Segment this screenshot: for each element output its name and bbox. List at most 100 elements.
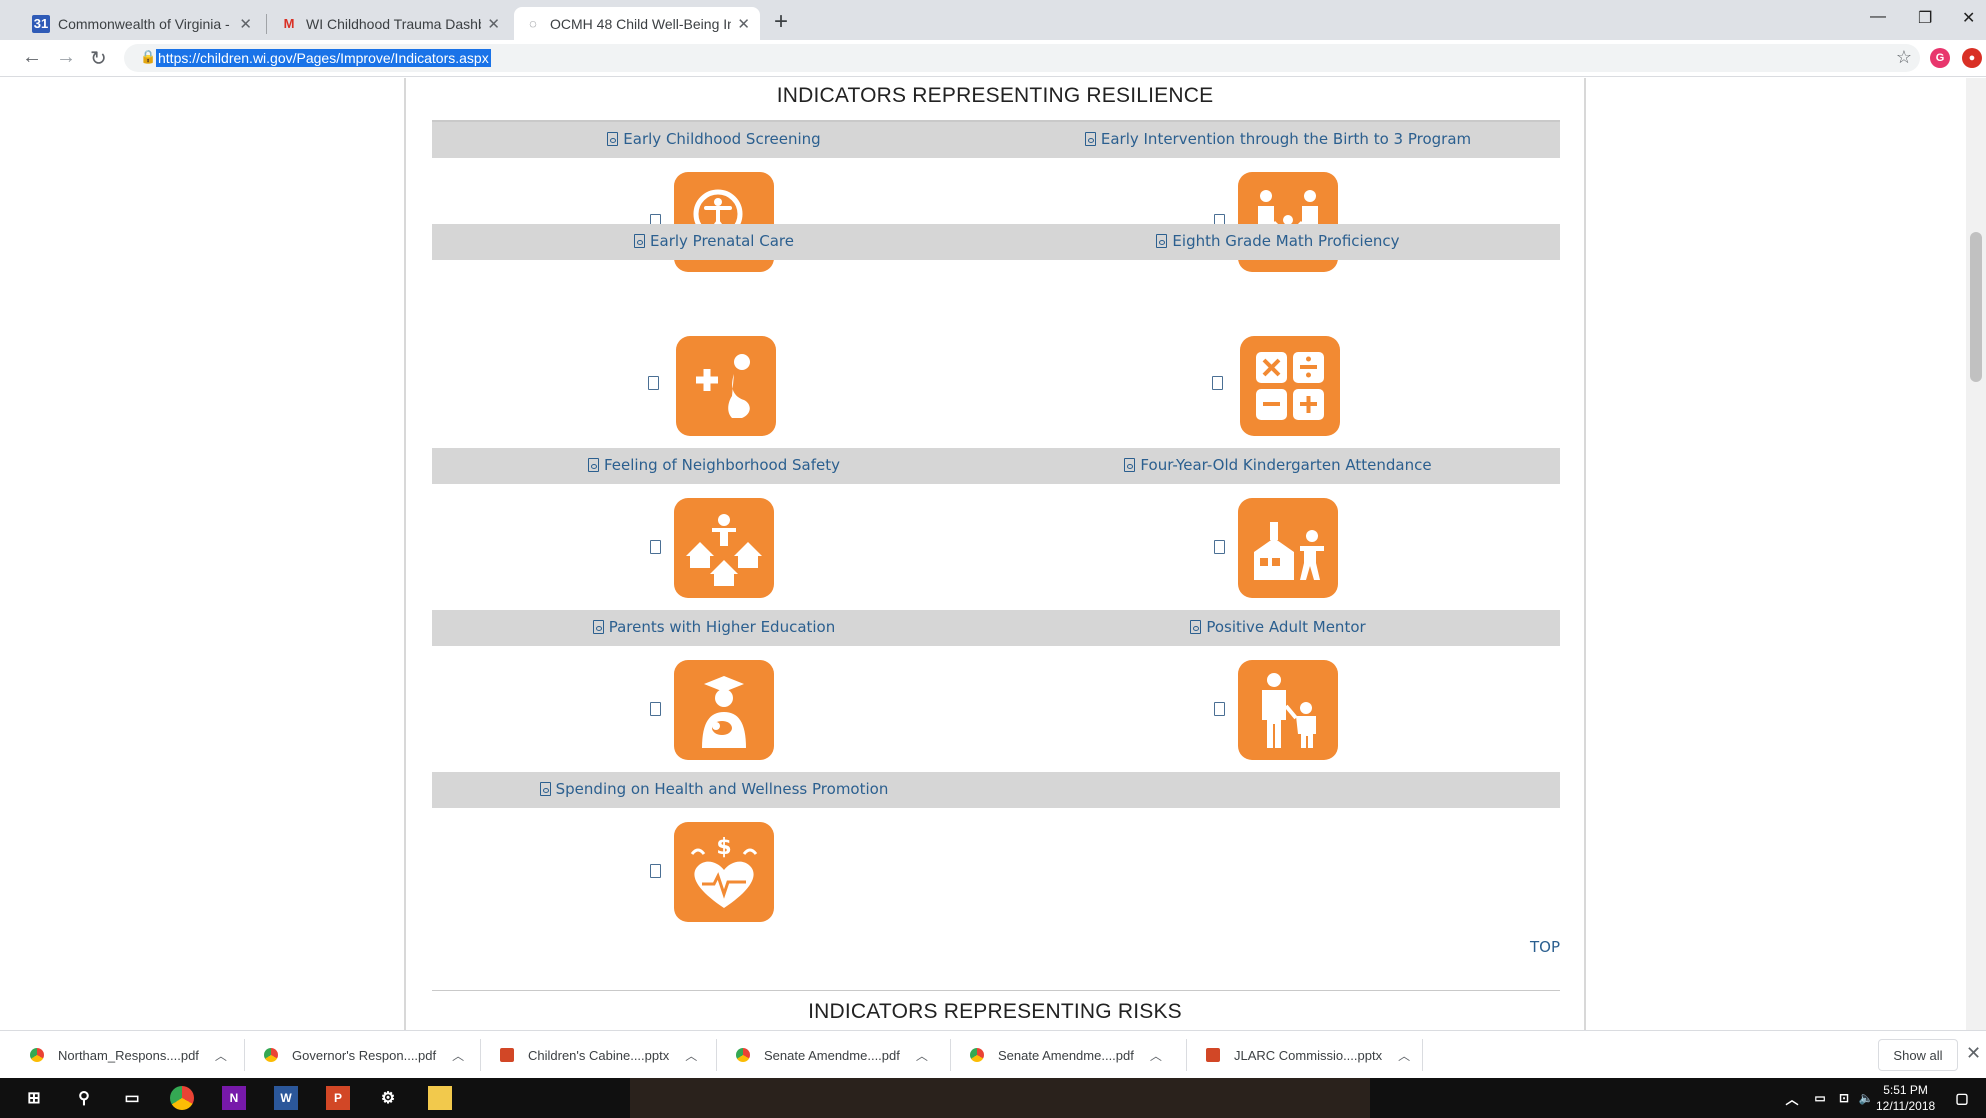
close-shelf-icon[interactable]: ✕ bbox=[1966, 1043, 1981, 1064]
neighborhood-icon[interactable] bbox=[674, 498, 774, 598]
graduate-parent-icon[interactable] bbox=[674, 660, 774, 760]
show-all-button[interactable]: Show all bbox=[1878, 1039, 1958, 1071]
battery-icon[interactable]: ▭ bbox=[1808, 1086, 1832, 1110]
minimize-button[interactable]: — bbox=[1870, 8, 1886, 26]
pdf-icon[interactable] bbox=[650, 864, 661, 878]
calendar-favicon-icon: 31 bbox=[32, 14, 50, 33]
close-tab-icon[interactable]: ✕ bbox=[239, 15, 252, 33]
indicator-link[interactable]: Four-Year-Old Kindergarten Attendance bbox=[996, 456, 1560, 474]
indicator-link[interactable]: Early Prenatal Care bbox=[432, 232, 996, 250]
taskbar-wallpaper-strip bbox=[630, 1078, 1370, 1118]
extension-icon[interactable]: ● bbox=[1962, 48, 1982, 68]
indicator-row-header: Feeling of Neighborhood Safety Four-Year… bbox=[432, 448, 1560, 484]
indicator-link[interactable]: Positive Adult Mentor bbox=[996, 618, 1560, 636]
pdf-icon[interactable] bbox=[1212, 376, 1223, 390]
indicator-link[interactable]: Early Intervention through the Birth to … bbox=[996, 130, 1560, 148]
indicator-link[interactable]: Feeling of Neighborhood Safety bbox=[432, 456, 996, 474]
bookmark-star-icon[interactable]: ☆ bbox=[1896, 47, 1912, 68]
chrome-file-icon bbox=[30, 1048, 44, 1062]
indicator-link[interactable]: Early Childhood Screening bbox=[432, 130, 996, 148]
search-icon[interactable]: ⚲ bbox=[72, 1086, 96, 1110]
download-item[interactable]: Senate Amendme....pdf ︿ bbox=[736, 1041, 928, 1069]
download-item[interactable]: JLARC Commissio....pptx ︿ bbox=[1206, 1041, 1410, 1069]
chrome-taskbar-icon[interactable] bbox=[170, 1086, 194, 1110]
download-shelf: Northam_Respons....pdf ︿ Governor's Respo… bbox=[0, 1030, 1986, 1078]
download-item[interactable]: Children's Cabine....pptx ︿ bbox=[500, 1041, 697, 1069]
close-tab-icon[interactable]: ✕ bbox=[487, 15, 500, 33]
chevron-up-icon[interactable]: ︿ bbox=[215, 1047, 227, 1064]
powerpoint-taskbar-icon[interactable]: P bbox=[326, 1086, 350, 1110]
pdf-icon[interactable] bbox=[1214, 702, 1225, 716]
indicator-link[interactable]: Parents with Higher Education bbox=[432, 618, 996, 636]
download-item[interactable]: Senate Amendme....pdf ︿ bbox=[970, 1041, 1162, 1069]
pdf-icon bbox=[607, 132, 619, 146]
indicator-link[interactable]: Eighth Grade Math Proficiency bbox=[996, 232, 1560, 250]
main-content: INDICATORS REPRESENTING RESILIENCE Early… bbox=[404, 78, 1586, 1030]
onenote-taskbar-icon[interactable]: N bbox=[222, 1086, 246, 1110]
windows-taskbar: ⊞ ⚲ ▭ N W P ⚙ ︿ ▭ ⊡ 🔈 5:51 PM 12/11/2018… bbox=[0, 1078, 1986, 1118]
divider bbox=[950, 1039, 951, 1071]
indicator-row-header: Spending on Health and Wellness Promotio… bbox=[432, 772, 1560, 808]
pdf-icon[interactable] bbox=[1214, 540, 1225, 554]
powerpoint-file-icon bbox=[1206, 1048, 1220, 1062]
notifications-icon[interactable]: ▢ bbox=[1950, 1086, 1974, 1110]
restore-button[interactable]: ❐ bbox=[1918, 8, 1932, 28]
pdf-icon[interactable] bbox=[648, 376, 659, 390]
pdf-icon[interactable] bbox=[650, 540, 661, 554]
download-item[interactable]: Governor's Respon....pdf ︿ bbox=[264, 1041, 464, 1069]
browser-tab-strip: 31 Commonwealth of Virginia - Cale ✕ M W… bbox=[0, 0, 1986, 40]
pdf-icon bbox=[539, 782, 551, 796]
system-clock[interactable]: 5:51 PM 12/11/2018 bbox=[1876, 1082, 1935, 1114]
powerpoint-file-icon bbox=[500, 1048, 514, 1062]
profile-avatar[interactable]: G bbox=[1930, 48, 1950, 68]
windows-start-icon[interactable]: ⊞ bbox=[22, 1086, 46, 1110]
divider bbox=[432, 990, 1560, 991]
divider bbox=[716, 1039, 717, 1071]
tab-commonwealth-virginia[interactable]: 31 Commonwealth of Virginia - Cale ✕ bbox=[22, 7, 262, 40]
pdf-icon[interactable] bbox=[650, 702, 661, 716]
volume-icon[interactable]: 🔈 bbox=[1854, 1086, 1878, 1110]
indicator-row-header: Early Prenatal Care Eighth Grade Math Pr… bbox=[432, 224, 1560, 260]
page-scrollbar[interactable] bbox=[1966, 78, 1986, 1030]
download-item[interactable]: Northam_Respons....pdf ︿ bbox=[30, 1041, 227, 1069]
page-viewport: INDICATORS REPRESENTING RESILIENCE Early… bbox=[0, 78, 1986, 1030]
pdf-icon bbox=[1156, 234, 1168, 248]
back-button[interactable]: ← bbox=[22, 46, 42, 69]
top-link[interactable]: TOP bbox=[1530, 938, 1560, 956]
scrollbar-thumb[interactable] bbox=[1970, 232, 1982, 382]
divider bbox=[244, 1039, 245, 1071]
chevron-up-icon[interactable]: ︿ bbox=[916, 1047, 928, 1064]
calculator-icon[interactable] bbox=[1240, 336, 1340, 436]
section-title-risks: INDICATORS REPRESENTING RISKS bbox=[808, 1000, 1182, 1023]
divider bbox=[480, 1039, 481, 1071]
new-tab-button[interactable]: + bbox=[774, 8, 788, 36]
pdf-icon bbox=[592, 620, 604, 634]
chevron-up-icon[interactable]: ︿ bbox=[1150, 1047, 1162, 1064]
url-text[interactable]: https://children.wi.gov/Pages/Improve/In… bbox=[156, 49, 491, 67]
settings-gear-icon[interactable]: ⚙ bbox=[376, 1086, 400, 1110]
tab-ocmh-indicators[interactable]: ◌ OCMH 48 Child Well-Being Indic ✕ bbox=[514, 7, 760, 40]
forward-button[interactable]: → bbox=[56, 46, 76, 69]
tab-wi-childhood-trauma[interactable]: M WI Childhood Trauma Dashboard ✕ bbox=[270, 7, 510, 40]
word-taskbar-icon[interactable]: W bbox=[274, 1086, 298, 1110]
network-icon[interactable]: ⊡ bbox=[1832, 1086, 1856, 1110]
indicator-link[interactable]: Spending on Health and Wellness Promotio… bbox=[432, 780, 996, 798]
tray-chevron-icon[interactable]: ︿ bbox=[1780, 1086, 1804, 1110]
indicator-row-header: Early Childhood Screening Early Interven… bbox=[432, 122, 1560, 158]
reload-button[interactable]: ↻ bbox=[90, 46, 107, 71]
close-window-button[interactable]: ✕ bbox=[1962, 8, 1975, 28]
file-explorer-icon[interactable] bbox=[428, 1086, 452, 1110]
pregnant-plus-icon[interactable] bbox=[676, 336, 776, 436]
chevron-up-icon[interactable]: ︿ bbox=[452, 1047, 464, 1064]
adult-child-icon[interactable] bbox=[1238, 660, 1338, 760]
heart-dollar-icon[interactable]: $ bbox=[674, 822, 774, 922]
chevron-up-icon[interactable]: ︿ bbox=[685, 1047, 697, 1064]
close-tab-icon[interactable]: ✕ bbox=[737, 15, 750, 33]
school-child-icon[interactable] bbox=[1238, 498, 1338, 598]
chevron-up-icon[interactable]: ︿ bbox=[1398, 1047, 1410, 1064]
indicator-row-header: Parents with Higher Education Positive A… bbox=[432, 610, 1560, 646]
svg-text:$: $ bbox=[716, 835, 731, 860]
section-title-resilience: INDICATORS REPRESENTING RESILIENCE bbox=[776, 84, 1214, 107]
address-bar[interactable]: 🔒 https://children.wi.gov/Pages/Improve/… bbox=[124, 44, 1920, 72]
task-view-icon[interactable]: ▭ bbox=[120, 1086, 144, 1110]
